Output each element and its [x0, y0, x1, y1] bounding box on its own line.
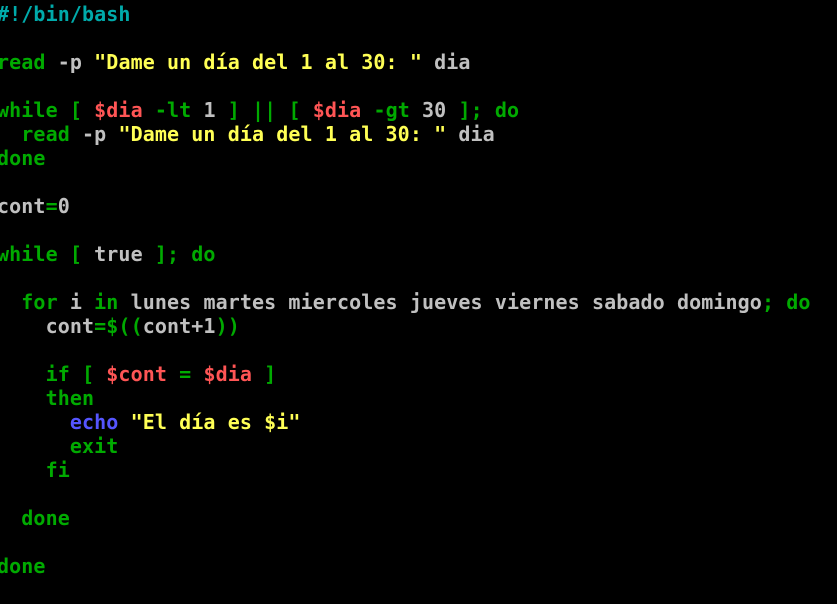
code-token-variable: $dia [203, 362, 253, 386]
code-token-plain: dia [446, 122, 495, 146]
code-token-comment: #!/bin/bash [0, 2, 131, 26]
code-line: if [ $cont = $dia ] [0, 362, 277, 386]
terminal-editor[interactable]: #!/bin/bash read -p "Dame un día del 1 al… [0, 0, 837, 604]
code-token-keyword: if [ [0, 362, 107, 386]
code-token-keyword: done [0, 146, 46, 170]
code-token-keyword: = [45, 194, 58, 218]
code-token-string: "Dame un día del 1 al 30: " [118, 122, 447, 146]
code-token-string: "Dame un día del 1 al 30: " [94, 50, 422, 74]
code-token-keyword: exit [0, 434, 119, 458]
code-line: for i in lunes martes miercoles jueves v… [0, 290, 811, 314]
code-token-keyword: ]; do [142, 242, 216, 266]
code-token-plain: cont+1 [142, 314, 216, 338]
code-token-plain: i [57, 290, 95, 314]
code-token-keyword: read [0, 50, 46, 74]
code-line: exit [0, 434, 118, 458]
code-token-keyword: ; do [761, 290, 811, 314]
code-token-keyword: ]; do [446, 98, 520, 122]
code-token-keyword: )) [215, 314, 240, 338]
code-token-keyword: done [0, 554, 46, 578]
code-token-keyword: while [ [0, 98, 95, 122]
code-line: read -p "Dame un día del 1 al 30: " dia [0, 122, 495, 146]
code-token-plain: -p [45, 50, 95, 74]
code-token-keyword: ] || [ [215, 98, 313, 122]
code-token-keyword: ] [252, 362, 277, 386]
code-line: echo "El día es $i" [0, 410, 301, 434]
code-line: #!/bin/bash [0, 2, 131, 26]
code-token-keyword: =$(( [94, 314, 143, 338]
code-line: fi [0, 458, 70, 482]
code-token-plain: 0 [57, 194, 70, 218]
code-token-builtin: echo [0, 410, 119, 434]
code-token-keyword: then [0, 386, 95, 410]
code-line: cont=$((cont+1)) [0, 314, 240, 338]
code-token-variable: $cont [106, 362, 167, 386]
code-line: while [ $dia -lt 1 ] || [ $dia -gt 30 ];… [0, 98, 519, 122]
code-token-keyword: done [0, 506, 70, 530]
code-token-variable: $dia [312, 98, 362, 122]
code-token-plain: dia [421, 50, 471, 74]
code-token-plain: true [94, 242, 143, 266]
code-token-variable: $dia [94, 98, 143, 122]
code-line: while [ true ]; do [0, 242, 216, 266]
code-line: done [0, 554, 46, 578]
code-token-keyword: fi [0, 458, 70, 482]
code-token-string: "El día es $i" [118, 410, 301, 434]
code-token-keyword: -lt [142, 98, 204, 122]
code-line: then [0, 386, 94, 410]
code-line: read -p "Dame un día del 1 al 30: " dia [0, 50, 471, 74]
code-token-keyword: while [ [0, 242, 95, 266]
code-token-plain: -p [69, 122, 119, 146]
code-token-plain: cont [0, 194, 46, 218]
code-token-keyword: in [94, 290, 119, 314]
code-token-plain: cont [0, 314, 95, 338]
code-token-plain: lunes martes miercoles jueves viernes sa… [118, 290, 762, 314]
code-line: done [0, 146, 46, 170]
code-token-keyword: -gt [361, 98, 423, 122]
code-line: cont=0 [0, 194, 70, 218]
code-token-keyword: read [0, 122, 70, 146]
code-token-keyword: for [0, 290, 58, 314]
code-token-plain: 1 [203, 98, 216, 122]
code-token-plain: 30 [422, 98, 447, 122]
code-token-keyword: = [167, 362, 204, 386]
code-line: done [0, 506, 70, 530]
